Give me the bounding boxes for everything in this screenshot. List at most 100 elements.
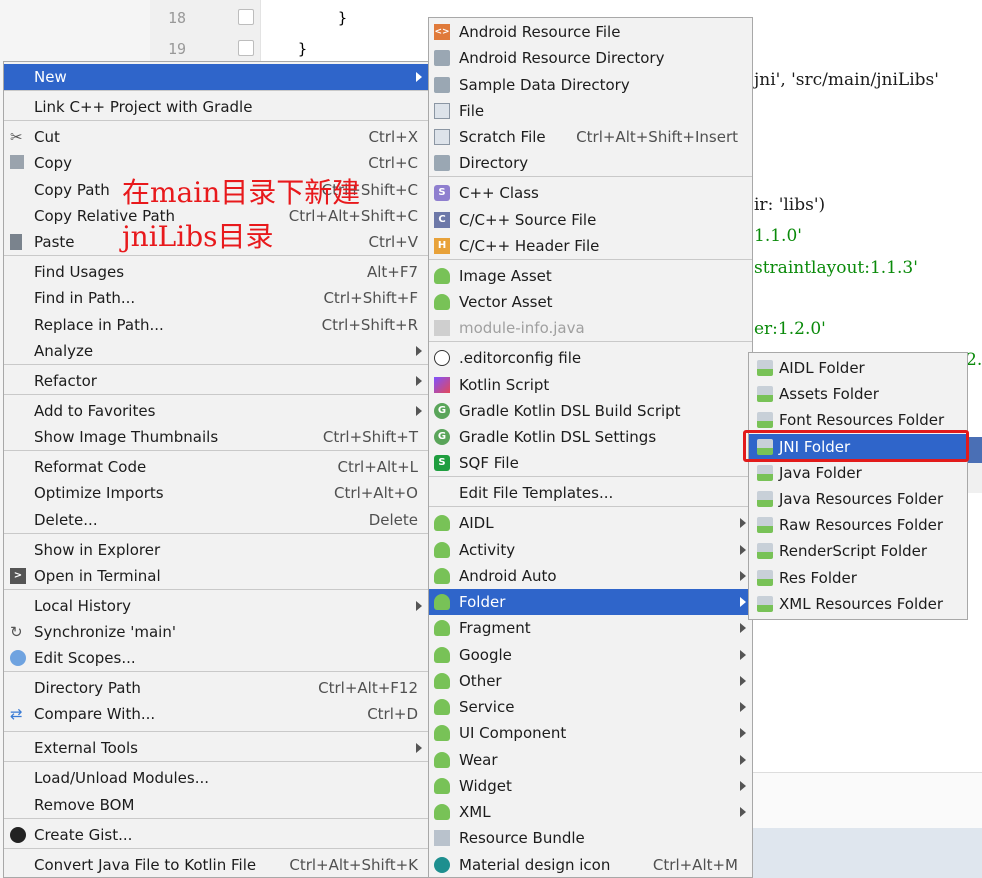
menu-item-label: Load/Unload Modules...	[34, 769, 210, 787]
menu-item-cut[interactable]: ✂ Cut Ctrl+X	[4, 124, 428, 150]
menu-item-label: External Tools	[34, 739, 138, 757]
tool-window-header	[752, 772, 982, 829]
new-item-image-asset[interactable]: Image Asset	[429, 263, 752, 289]
submenu-arrow-icon	[740, 518, 746, 528]
menu-item-compare-with[interactable]: ⇄ Compare With... Ctrl+D	[4, 701, 428, 727]
submenu-arrow-icon	[416, 406, 422, 416]
menu-item-new[interactable]: New	[4, 64, 428, 90]
new-item-directory[interactable]: Directory	[429, 150, 752, 176]
new-item-fragment[interactable]: Fragment	[429, 615, 752, 641]
new-item-other[interactable]: Other	[429, 668, 752, 694]
new-item-module-info-java[interactable]: module-info.java	[429, 315, 752, 341]
submenu-arrow-icon	[740, 807, 746, 817]
new-item-widget[interactable]: Widget	[429, 773, 752, 799]
menu-item-optimize-imports[interactable]: Optimize Imports Ctrl+Alt+O	[4, 480, 428, 506]
annotation-text: 在main目录下新建	[122, 176, 361, 209]
new-item-c-c-header-file[interactable]: H C/C++ Header File	[429, 233, 752, 259]
gradle-icon: G	[434, 403, 450, 419]
new-item-scratch-file[interactable]: Scratch File Ctrl+Alt+Shift+Insert	[429, 124, 752, 150]
new-item-vector-asset[interactable]: Vector Asset	[429, 289, 752, 315]
new-item-material-design-icon[interactable]: Material design icon Ctrl+Alt+M	[429, 852, 752, 878]
menu-separator	[429, 506, 752, 507]
new-item-android-resource-directory[interactable]: Android Resource Directory	[429, 45, 752, 71]
menu-item-directory-path[interactable]: Directory Path Ctrl+Alt+F12	[4, 675, 428, 701]
new-item-file[interactable]: File	[429, 98, 752, 124]
menu-item-replace-in-path[interactable]: Replace in Path... Ctrl+Shift+R	[4, 312, 428, 338]
new-item-editorconfig-file[interactable]: .editorconfig file	[429, 345, 752, 371]
menu-item-remove-bom[interactable]: Remove BOM	[4, 792, 428, 818]
menu-item-reformat-code[interactable]: Reformat Code Ctrl+Alt+L	[4, 454, 428, 480]
menu-item-show-in-explorer[interactable]: Show in Explorer	[4, 537, 428, 563]
menu-item-create-gist[interactable]: Create Gist...	[4, 822, 428, 848]
menu-item-delete[interactable]: Delete... Delete	[4, 507, 428, 533]
menu-separator	[429, 341, 752, 342]
fold-icon[interactable]	[238, 40, 254, 56]
new-item-c-class[interactable]: S C++ Class	[429, 180, 752, 206]
submenu-arrow-icon	[740, 650, 746, 660]
new-item-xml[interactable]: XML	[429, 799, 752, 825]
new-item-activity[interactable]: Activity	[429, 537, 752, 563]
new-item-google[interactable]: Google	[429, 642, 752, 668]
menu-item-synchronize-main[interactable]: ↻ Synchronize 'main'	[4, 619, 428, 645]
folder-item-aidl-folder[interactable]: AIDL Folder	[749, 355, 967, 381]
shortcut-text: Ctrl+Shift+F	[323, 289, 418, 307]
folder-item-raw-resources-folder[interactable]: Raw Resources Folder	[749, 512, 967, 538]
new-item-folder[interactable]: Folder	[429, 589, 752, 615]
new-item-android-auto[interactable]: Android Auto	[429, 563, 752, 589]
line-number: 19	[168, 40, 187, 58]
menu-item-local-history[interactable]: Local History	[4, 593, 428, 619]
new-item-aidl[interactable]: AIDL	[429, 510, 752, 536]
menu-item-find-in-path[interactable]: Find in Path... Ctrl+Shift+F	[4, 285, 428, 311]
folder-item-assets-folder[interactable]: Assets Folder	[749, 381, 967, 407]
new-item-wear[interactable]: Wear	[429, 747, 752, 773]
menu-item-label: Synchronize 'main'	[34, 623, 176, 641]
code-fragment: ir: 'libs')	[754, 195, 826, 215]
new-item-resource-bundle[interactable]: Resource Bundle	[429, 825, 752, 851]
menu-separator	[4, 120, 428, 121]
menu-item-show-image-thumbnails[interactable]: Show Image Thumbnails Ctrl+Shift+T	[4, 424, 428, 450]
menu-item-refactor[interactable]: Refactor	[4, 368, 428, 394]
menu-item-label: Replace in Path...	[34, 316, 164, 334]
menu-item-convert-java-file-to-kotlin-file[interactable]: Convert Java File to Kotlin File Ctrl+Alt…	[4, 852, 428, 878]
folder-item-res-folder[interactable]: Res Folder	[749, 565, 967, 591]
menu-item-label: Edit File Templates...	[459, 484, 614, 502]
folder-item-xml-resources-folder[interactable]: XML Resources Folder	[749, 591, 967, 617]
menu-item-external-tools[interactable]: External Tools	[4, 735, 428, 761]
shortcut-text: Ctrl+Alt+Shift+Insert	[576, 128, 738, 146]
new-item-android-resource-file[interactable]: <> Android Resource File	[429, 19, 752, 45]
new-item-gradle-kotlin-dsl-settings[interactable]: G Gradle Kotlin DSL Settings	[429, 424, 752, 450]
fold-icon[interactable]	[238, 9, 254, 25]
new-item-service[interactable]: Service	[429, 694, 752, 720]
new-item-c-c-source-file[interactable]: C C/C++ Source File	[429, 207, 752, 233]
menu-item-analyze[interactable]: Analyze	[4, 338, 428, 364]
menu-item-label: Cut	[34, 128, 60, 146]
new-item-gradle-kotlin-dsl-build-script[interactable]: G Gradle Kotlin DSL Build Script	[429, 398, 752, 424]
new-item-sqf-file[interactable]: S SQF File	[429, 450, 752, 476]
code-fragment: 1.1.0'	[754, 226, 802, 246]
folder-item-renderscript-folder[interactable]: RenderScript Folder	[749, 538, 967, 564]
new-item-edit-file-templates[interactable]: Edit File Templates...	[429, 480, 752, 506]
menu-item-label: Local History	[34, 597, 132, 615]
menu-item-label: Widget	[459, 777, 512, 795]
terminal-icon: >	[10, 568, 26, 584]
shortcut-text: Ctrl+Alt+L	[337, 458, 419, 476]
menu-item-label: File	[459, 102, 485, 120]
menu-item-open-in-terminal[interactable]: > Open in Terminal	[4, 563, 428, 589]
menu-separator	[429, 259, 752, 260]
folder-item-java-resources-folder[interactable]: Java Resources Folder	[749, 486, 967, 512]
menu-item-find-usages[interactable]: Find Usages Alt+F7	[4, 259, 428, 285]
menu-item-edit-scopes[interactable]: Edit Scopes...	[4, 645, 428, 671]
new-item-ui-component[interactable]: UI Component	[429, 720, 752, 746]
menu-item-label: Open in Terminal	[34, 567, 161, 585]
menu-item-add-to-favorites[interactable]: Add to Favorites	[4, 398, 428, 424]
folder-item-java-folder[interactable]: Java Folder	[749, 460, 967, 486]
menu-item-label: Resource Bundle	[459, 829, 585, 847]
gradle-icon: G	[434, 429, 450, 445]
menu-item-load-unload-modules[interactable]: Load/Unload Modules...	[4, 765, 428, 791]
menu-item-copy[interactable]: Copy Ctrl+C	[4, 150, 428, 176]
android-icon	[434, 752, 450, 768]
menu-item-label: Scratch File	[459, 128, 546, 146]
new-item-kotlin-script[interactable]: Kotlin Script	[429, 372, 752, 398]
menu-item-link-c-project-with-gradle[interactable]: Link C++ Project with Gradle	[4, 94, 428, 120]
new-item-sample-data-directory[interactable]: Sample Data Directory	[429, 72, 752, 98]
